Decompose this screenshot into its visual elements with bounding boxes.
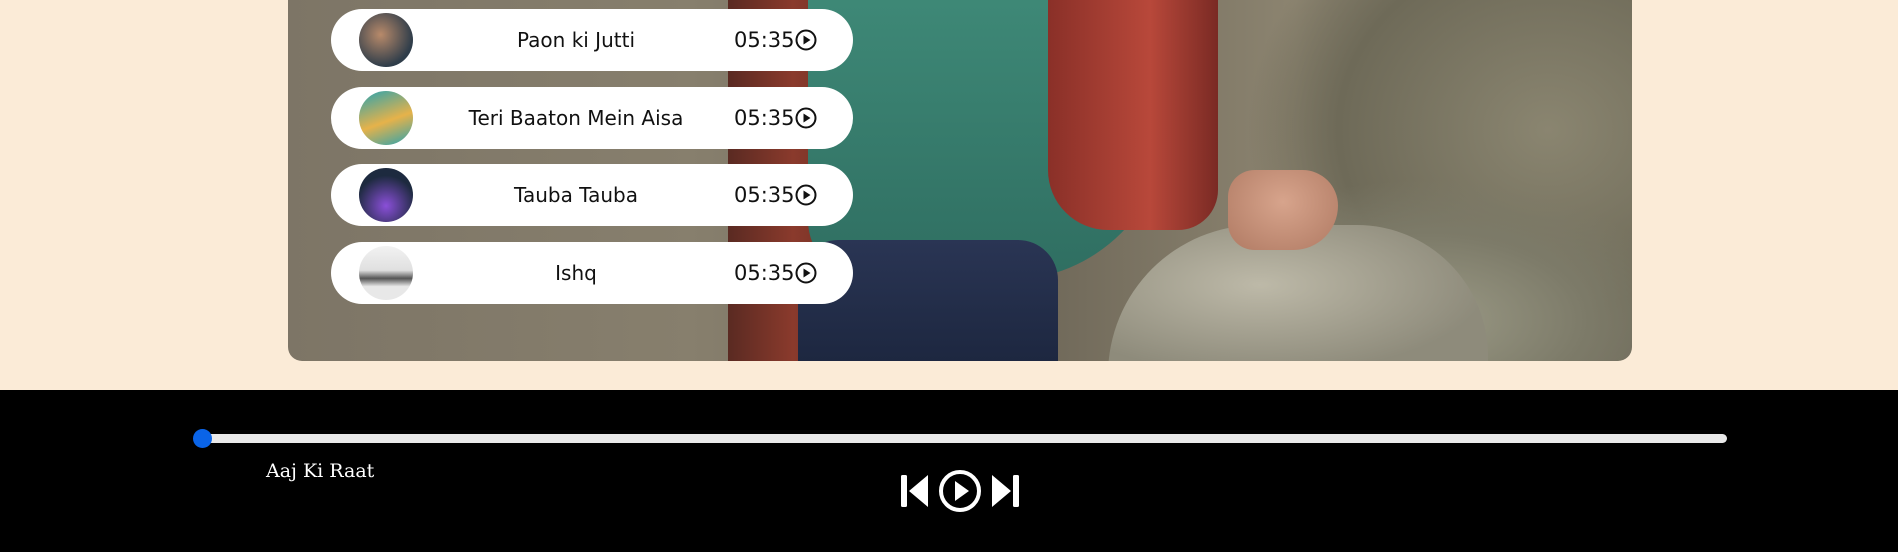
song-thumbnail bbox=[359, 13, 413, 67]
song-duration: 05:35 bbox=[734, 261, 795, 285]
hero-hand bbox=[1228, 170, 1338, 250]
song-title: Teri Baaton Mein Aisa bbox=[468, 106, 684, 130]
play-circle-icon[interactable] bbox=[795, 262, 817, 284]
song-title: Tauba Tauba bbox=[514, 183, 638, 207]
song-title: Paon ki Jutti bbox=[517, 28, 635, 52]
song-title: Ishq bbox=[555, 261, 597, 285]
song-item[interactable]: Tauba Tauba 05:35 bbox=[331, 164, 853, 226]
song-duration: 05:35 bbox=[734, 28, 795, 52]
progress-handle[interactable] bbox=[193, 429, 212, 448]
song-item[interactable]: Paon ki Jutti 05:35 bbox=[331, 9, 853, 71]
hero-jacket-right bbox=[1048, 0, 1218, 230]
play-circle-icon[interactable] bbox=[795, 29, 817, 51]
play-circle-icon[interactable] bbox=[938, 469, 982, 513]
play-circle-icon[interactable] bbox=[795, 107, 817, 129]
song-duration: 05:35 bbox=[734, 106, 795, 130]
play-circle-icon[interactable] bbox=[795, 184, 817, 206]
previous-icon[interactable] bbox=[900, 473, 930, 509]
song-item[interactable]: Ishq 05:35 bbox=[331, 242, 853, 304]
song-thumbnail bbox=[359, 91, 413, 145]
song-item[interactable]: Teri Baaton Mein Aisa 05:35 bbox=[331, 87, 853, 149]
next-icon[interactable] bbox=[990, 473, 1020, 509]
song-duration: 05:35 bbox=[734, 183, 795, 207]
now-playing-title: Aaj Ki Raat bbox=[266, 460, 375, 482]
song-thumbnail bbox=[359, 168, 413, 222]
song-thumbnail bbox=[359, 246, 413, 300]
progress-bar[interactable] bbox=[199, 434, 1727, 443]
